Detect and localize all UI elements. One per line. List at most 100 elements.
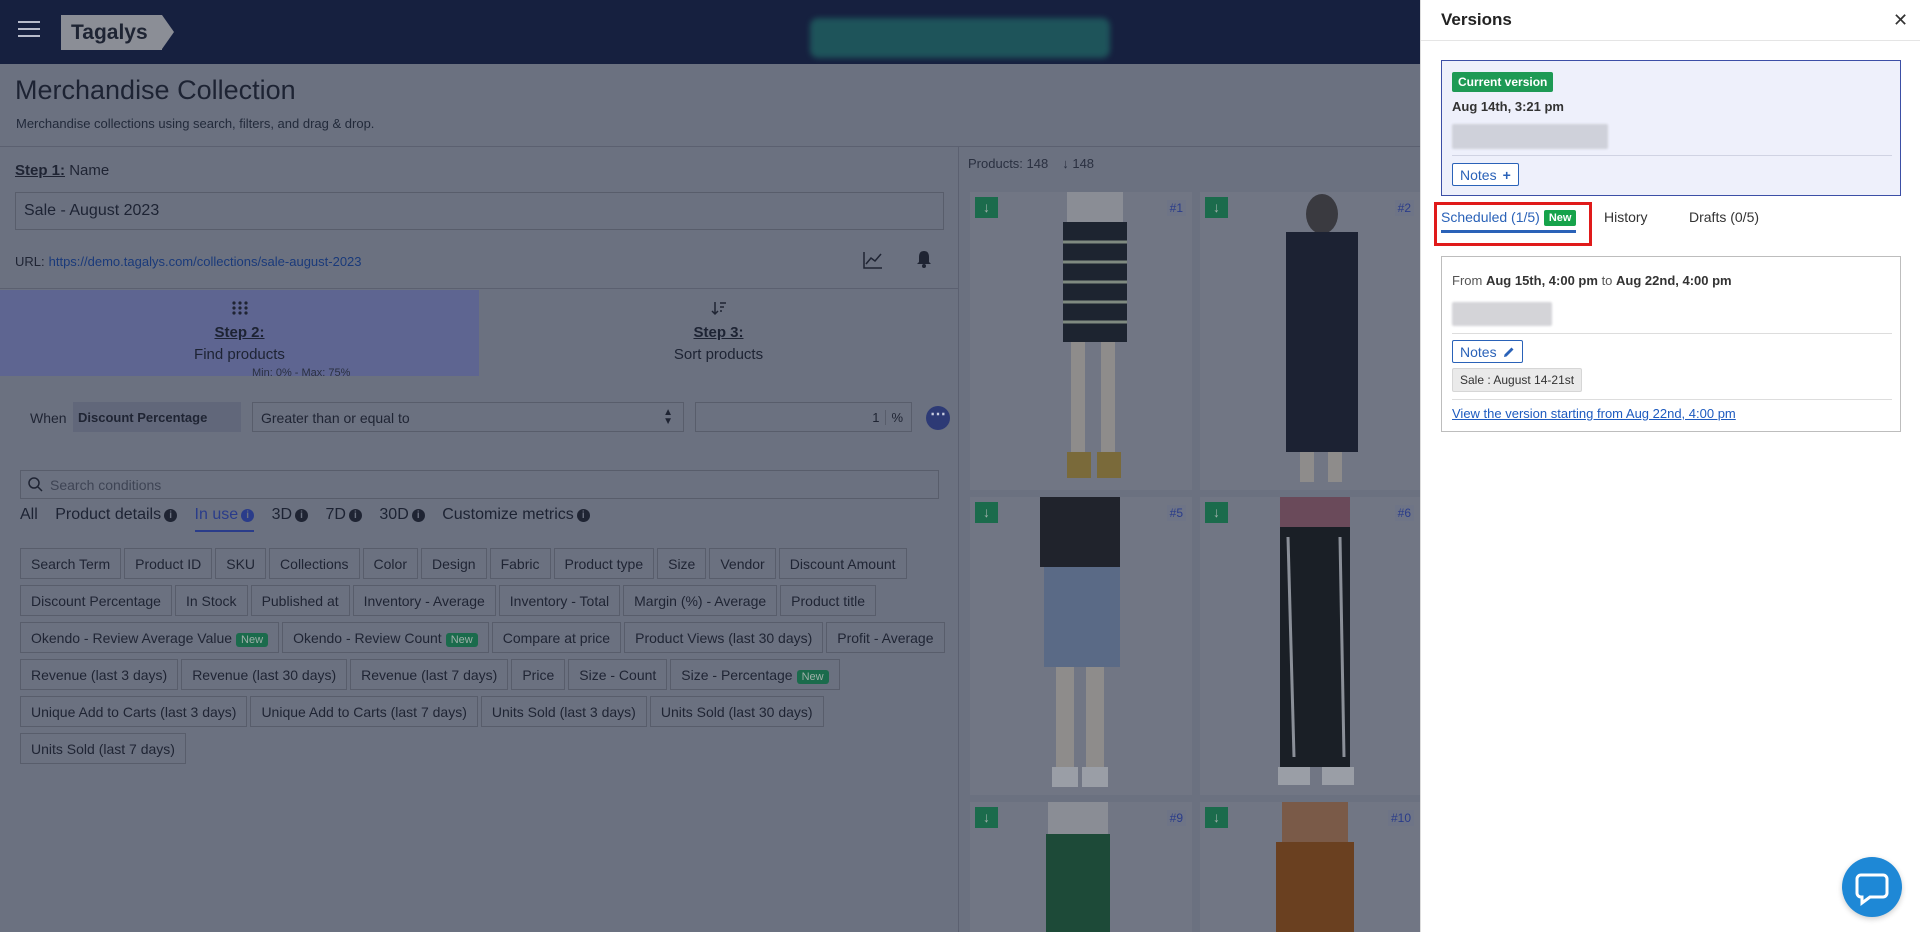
collection-name-input[interactable] [15, 192, 944, 230]
condition-chip[interactable]: Unique Add to Carts (last 7 days) [250, 696, 478, 727]
divider [1421, 40, 1920, 41]
close-icon[interactable]: ✕ [1893, 11, 1908, 29]
tab-7d[interactable]: 7D i [325, 506, 362, 524]
download-icon[interactable]: ↓ [1205, 197, 1228, 218]
product-image [1286, 194, 1358, 482]
grid-dots-icon [231, 301, 248, 315]
condition-field[interactable]: Discount Percentage [73, 402, 241, 432]
more-options-icon[interactable]: ⋯ [926, 406, 950, 430]
sort-arrow-icon: ↓ 148 [1062, 156, 1095, 171]
condition-value-input[interactable]: 1% [695, 402, 912, 432]
product-tile[interactable]: ↓ #6 [1200, 497, 1420, 795]
condition-chip[interactable]: Units Sold (last 3 days) [480, 696, 647, 727]
collection-editor: Merchandise Collection Merchandise colle… [0, 64, 958, 932]
condition-chip[interactable]: Units Sold (last 30 days) [649, 696, 824, 727]
product-image [1276, 802, 1354, 932]
download-icon[interactable]: ↓ [975, 197, 998, 218]
add-notes-button[interactable]: Notes + [1452, 163, 1519, 186]
product-tile[interactable]: ↓ #1 [970, 192, 1192, 490]
condition-chip[interactable]: Revenue (last 3 days) [20, 659, 179, 690]
tab-find-products[interactable]: Step 2: Find products [0, 290, 479, 376]
condition-chip[interactable]: Compare at price [491, 622, 622, 653]
info-icon: i [348, 509, 362, 522]
versions-panel: Versions Current version Aug 14th, 3:21 … [1420, 0, 1920, 932]
condition-chip[interactable]: Inventory - Total [498, 585, 621, 616]
condition-chip[interactable]: Vendor [709, 548, 776, 579]
condition-chip[interactable]: Product ID [124, 548, 213, 579]
condition-chip[interactable]: Color [362, 548, 418, 579]
download-icon[interactable]: ↓ [1205, 807, 1228, 828]
condition-chip[interactable]: Discount Percentage [20, 585, 172, 616]
condition-chip[interactable]: Okendo - Review Count New [282, 622, 489, 653]
condition-chip[interactable]: SKU [215, 548, 267, 579]
tab-in-use[interactable]: In use i [194, 506, 255, 532]
product-tile[interactable]: ↓ #5 [970, 497, 1192, 795]
condition-chip[interactable]: Profit - Average [826, 622, 945, 653]
condition-chip[interactable]: Margin (%) - Average [623, 585, 778, 616]
condition-chip[interactable]: Published at [250, 585, 350, 616]
divider [1452, 155, 1892, 156]
condition-chip[interactable]: Inventory - Average [352, 585, 496, 616]
condition-chip[interactable]: Price [511, 659, 566, 690]
product-tile[interactable]: ↓ #9 [970, 802, 1192, 932]
rank-badge: #1 [1166, 200, 1186, 216]
tab-3d[interactable]: 3D i [272, 506, 309, 524]
download-icon[interactable]: ↓ [975, 502, 998, 523]
rank-badge: #9 [1166, 810, 1186, 826]
download-icon[interactable]: ↓ [975, 807, 998, 828]
condition-chip[interactable]: In Stock [174, 585, 248, 616]
bell-icon[interactable] [914, 249, 934, 269]
condition-chip[interactable]: Design [421, 548, 487, 579]
view-version-link[interactable]: View the version starting from Aug 22nd,… [1452, 406, 1736, 421]
condition-chip[interactable]: Discount Amount [778, 548, 907, 579]
condition-chip[interactable]: Unique Add to Carts (last 3 days) [20, 696, 248, 727]
condition-chip[interactable]: Size - Percentage New [670, 659, 840, 690]
condition-chip[interactable]: Product type [553, 548, 655, 579]
rank-badge: #6 [1394, 505, 1414, 521]
current-version-date: Aug 14th, 3:21 pm [1452, 99, 1564, 114]
condition-chip[interactable]: Units Sold (last 7 days) [20, 733, 186, 764]
edit-notes-button[interactable]: Notes [1452, 340, 1523, 363]
new-badge: New [236, 633, 269, 647]
condition-chip[interactable]: Fabric [489, 548, 551, 579]
tab-product-details[interactable]: Product details i [55, 506, 178, 524]
tab-30d[interactable]: 30D i [379, 506, 425, 524]
rank-badge: #10 [1387, 810, 1414, 826]
divider [0, 288, 958, 289]
tab-customize-metrics[interactable]: Customize metrics i [442, 506, 590, 524]
collection-url-link[interactable]: https://demo.tagalys.com/collections/sal… [49, 254, 362, 269]
condition-chip[interactable]: Okendo - Review Average Value New [20, 622, 280, 653]
product-image [1278, 497, 1354, 785]
divider [0, 146, 958, 147]
info-icon: i [241, 509, 255, 522]
current-version-badge: Current version [1452, 72, 1554, 92]
condition-chip[interactable]: Product Views (last 30 days) [624, 622, 824, 653]
product-tile[interactable]: ↓ #2 [1200, 192, 1420, 490]
search-conditions-input[interactable]: Search conditions [20, 470, 939, 499]
product-tile[interactable]: ↓ #10 [1200, 802, 1420, 932]
tab-sort-products[interactable]: Step 3: Sort products [479, 290, 958, 376]
chart-icon[interactable] [862, 250, 884, 270]
highlight-box [1434, 202, 1592, 246]
condition-operator-select[interactable]: Greater than or equal to ▲ ▼ [252, 402, 684, 432]
info-icon: i [164, 509, 178, 522]
condition-chip[interactable]: Size [657, 548, 707, 579]
top-action-button[interactable] [810, 18, 1110, 58]
chat-support-button[interactable] [1842, 857, 1902, 917]
scheduled-version-card: From Aug 15th, 4:00 pm to Aug 22nd, 4:00… [1441, 256, 1901, 432]
condition-hint: Min: 0% - Max: 75% [252, 367, 351, 379]
tab-all[interactable]: All [20, 506, 38, 524]
tab-history[interactable]: History [1604, 209, 1648, 225]
condition-chip[interactable]: Product title [780, 585, 877, 616]
download-icon[interactable]: ↓ [1205, 502, 1228, 523]
condition-chip[interactable]: Search Term [20, 548, 122, 579]
hamburger-menu-icon[interactable] [18, 21, 40, 37]
new-badge: New [796, 670, 829, 684]
tab-drafts[interactable]: Drafts (0/5) [1689, 209, 1759, 225]
rank-badge: #2 [1394, 200, 1414, 216]
info-icon: i [576, 509, 590, 522]
condition-chip[interactable]: Size - Count [568, 659, 668, 690]
condition-chip[interactable]: Collections [269, 548, 360, 579]
condition-chip[interactable]: Revenue (last 7 days) [350, 659, 509, 690]
condition-chip[interactable]: Revenue (last 30 days) [181, 659, 348, 690]
